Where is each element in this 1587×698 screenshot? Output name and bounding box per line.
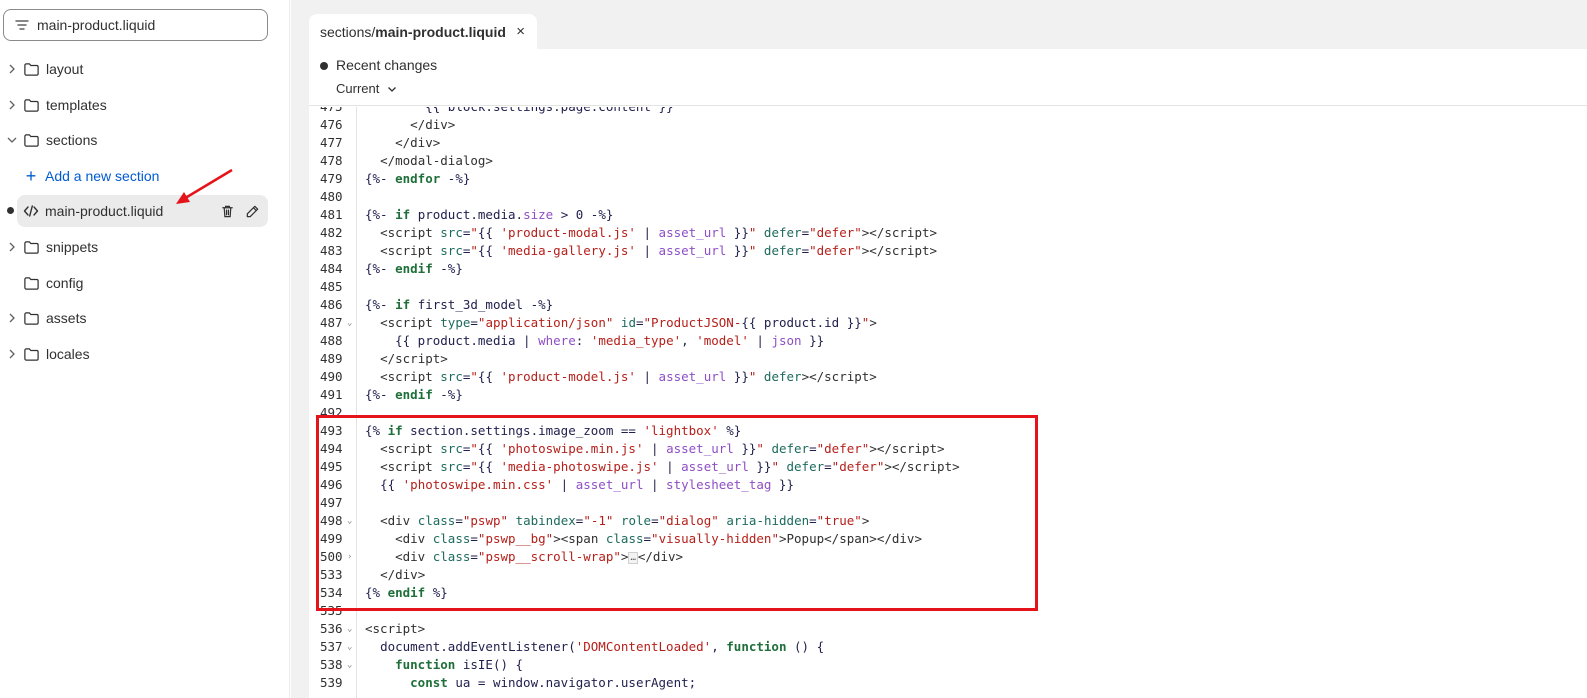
code-line: 477 </div> (320, 135, 441, 150)
folder-sections[interactable]: sections (0, 124, 270, 156)
chevron-right-icon[interactable] (5, 62, 19, 76)
line-number: 488 (320, 333, 343, 348)
code-line: 490 <script src="{{ 'product-model.js' |… (320, 369, 877, 384)
folder-label: assets (46, 310, 87, 326)
line-number: 477 (320, 135, 343, 150)
recent-changes-title: Recent changes (336, 57, 438, 73)
code-line: 491 {%- endif -%} (320, 387, 463, 402)
folder-icon (24, 347, 39, 361)
chevron-down-icon (388, 86, 397, 92)
filter-icon (15, 20, 29, 30)
code-line: 486 {%- if first_3d_model -%} (320, 297, 554, 312)
folder-layout[interactable]: layout (0, 53, 270, 85)
folder-icon (24, 62, 39, 76)
line-number: 479 (320, 171, 343, 186)
folder-icon (24, 98, 39, 112)
line-number: 536 (320, 621, 343, 636)
chevron-down-icon[interactable] (5, 133, 19, 147)
line-number: 475 (320, 107, 348, 116)
fold-chevron-icon[interactable]: ⌄ (347, 620, 357, 638)
folder-assets[interactable]: assets (0, 302, 270, 334)
code-line: 483 <script src="{{ 'media-gallery.js' |… (320, 243, 938, 258)
chevron-right-icon[interactable] (5, 240, 19, 254)
folder-icon (24, 276, 39, 290)
rename-pencil-icon[interactable] (245, 204, 260, 219)
line-number: 487 (320, 315, 343, 330)
add-section-label: Add a new section (45, 168, 160, 184)
folder-label: snippets (46, 239, 99, 255)
tab-main-product-liquid[interactable]: sections/main-product.liquid × (309, 14, 537, 49)
line-number: 485 (320, 279, 343, 294)
code-line: 478 </modal-dialog> (320, 153, 493, 168)
file-search-box[interactable] (3, 9, 268, 41)
folder-label: templates (46, 97, 107, 113)
line-number: 491 (320, 387, 343, 402)
line-number: 480 (320, 189, 343, 204)
version-select[interactable]: Current (336, 81, 397, 96)
folder-label: layout (46, 61, 84, 77)
file-label: main-product.liquid (45, 203, 164, 219)
folder-icon (24, 133, 39, 147)
close-tab-icon[interactable]: × (516, 23, 525, 40)
line-number: 489 (320, 351, 343, 366)
code-line: 480 (309, 188, 1587, 206)
line-number: 483 (320, 243, 343, 258)
code-line: 536 ⌄ <script> (320, 620, 426, 638)
fold-chevron-icon[interactable]: ⌄ (347, 656, 357, 674)
changes-dot (320, 62, 328, 70)
code-icon (23, 205, 39, 217)
line-number: 486 (320, 297, 343, 312)
fold-chevron-icon[interactable]: ⌄ (347, 314, 357, 332)
line-number: 476 (320, 117, 343, 132)
fold-chevron-icon[interactable]: ⌄ (347, 638, 357, 656)
code-line: 488 {{ product.media | where: 'media_typ… (320, 333, 825, 348)
code-line: 487 ⌄ <script type="application/json" id=… (320, 314, 877, 332)
code-line: 538 ⌄ function isIE() { (320, 656, 524, 674)
line-number: 478 (320, 153, 343, 168)
code-line: 481 {%- if product.media.size > 0 -%} (320, 207, 614, 222)
tab-path: sections/ (320, 23, 376, 40)
plus-icon: + (25, 166, 37, 186)
recent-changes-bar: Recent changes Current (309, 49, 1587, 106)
code-line: 539 const ua = window.navigator.userAgen… (320, 675, 697, 690)
annotation-highlight-box (316, 415, 1038, 611)
code-line: 485 (309, 278, 1587, 296)
line-number: 537 (320, 639, 343, 654)
code-line: 482 <script src="{{ 'product-modal.js' |… (320, 225, 938, 240)
tab-file-name: main-product.liquid (375, 23, 506, 40)
line-number: 539 (320, 675, 343, 690)
version-select-value: Current (336, 81, 380, 96)
folder-label: sections (46, 132, 98, 148)
code-line: 476 </div> (320, 117, 456, 132)
code-line: 479 {%- endfor -%} (320, 171, 471, 186)
code-line: 475 {{ block.settings.page.content }} (309, 107, 1587, 116)
folder-icon (24, 311, 39, 325)
folder-label: config (46, 275, 84, 291)
folder-config[interactable]: config (0, 267, 270, 299)
line-number: 538 (320, 657, 343, 672)
line-number: 490 (320, 369, 343, 384)
folder-locales[interactable]: locales (0, 338, 270, 370)
chevron-right-icon[interactable] (5, 311, 19, 325)
folder-label: locales (46, 346, 90, 362)
folder-snippets[interactable]: snippets (0, 231, 270, 263)
line-number: 484 (320, 261, 343, 276)
folder-icon (24, 240, 39, 254)
line-number: 481 (320, 207, 343, 222)
code-line: 537 ⌄ document.addEventListener('DOMConte… (320, 638, 825, 656)
line-number: 482 (320, 225, 343, 240)
unsaved-indicator-dot (7, 207, 14, 214)
code-line: 489 </script> (320, 351, 448, 366)
annotation-arrow-icon (176, 168, 233, 204)
file-search-input[interactable] (37, 17, 237, 33)
chevron-right-icon[interactable] (5, 98, 19, 112)
folder-templates[interactable]: templates (0, 89, 270, 121)
code-line: 484 {%- endif -%} (320, 261, 463, 276)
file-sidebar: layout templates sections + Add a new se… (0, 0, 290, 698)
chevron-right-icon[interactable] (5, 347, 19, 361)
